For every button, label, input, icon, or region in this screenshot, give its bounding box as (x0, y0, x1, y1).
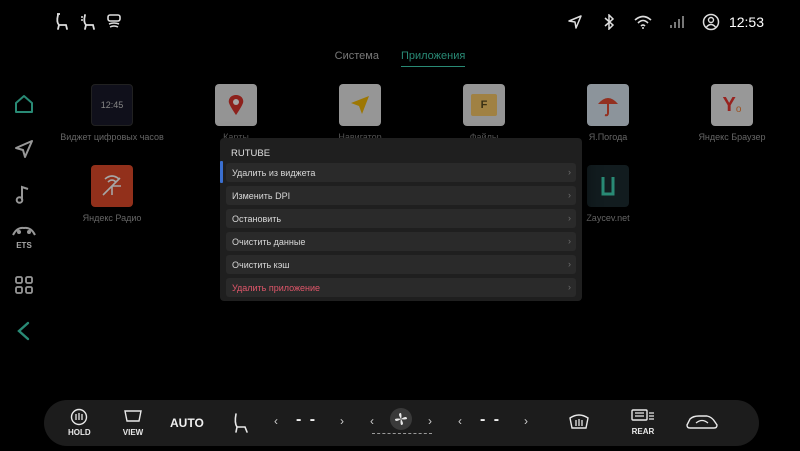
fan-increase[interactable]: › (428, 414, 432, 428)
menu-item-label: Изменить DPI (232, 190, 291, 201)
left-temp-increase[interactable]: › (340, 414, 344, 428)
menu-item-label: Очистить данные (232, 236, 306, 247)
seat-heating-icon[interactable] (52, 12, 72, 32)
left-temp-decrease[interactable]: ‹ (274, 414, 278, 428)
view-button[interactable]: VIEW (122, 408, 144, 437)
left-temp-value: - - (296, 411, 318, 428)
clock: 12:53 (728, 14, 764, 30)
view-label: VIEW (122, 428, 144, 437)
right-temp-increase[interactable]: › (524, 414, 528, 428)
rear-defrost-button[interactable]: REAR (630, 407, 656, 436)
view-icon (124, 410, 142, 422)
hold-button[interactable]: HOLD (68, 408, 91, 437)
fan-speed-scale (372, 433, 432, 436)
menu-item-remove-from-widget[interactable]: Удалить из виджета › (220, 161, 576, 183)
menu-item-clear-data[interactable]: Очистить данные › (226, 232, 576, 251)
chevron-right-icon: › (568, 190, 571, 200)
menu-item-change-dpi[interactable]: Изменить DPI › (226, 186, 576, 205)
hold-label: HOLD (68, 428, 91, 437)
seat-ventilation-icon[interactable] (78, 12, 98, 32)
selection-indicator (220, 161, 223, 183)
menu-item-label: Удалить приложение (232, 282, 321, 293)
menu-item-label: Остановить (232, 213, 282, 224)
right-temp-value: - - (480, 411, 502, 428)
bluetooth-icon (599, 12, 619, 32)
chevron-right-icon: › (568, 259, 571, 269)
climate-control-bar: HOLD VIEW AUTO ‹ - - › ‹ › ‹ - - › REAR (44, 400, 759, 446)
navigation-arrow-icon (565, 12, 585, 32)
front-defrost-icon (569, 414, 589, 429)
menu-item-clear-cache[interactable]: Очистить кэш › (226, 255, 576, 274)
car-recirculation-icon (686, 415, 718, 429)
recirculation-button[interactable] (685, 413, 719, 431)
rear-label: REAR (631, 427, 655, 436)
rear-defrost-icon (631, 409, 654, 421)
steering-wheel-heat-icon[interactable] (104, 12, 124, 32)
fan-decrease[interactable]: ‹ (370, 414, 374, 428)
account-icon[interactable] (701, 12, 721, 32)
seat-icon (234, 413, 248, 433)
menu-item-uninstall-app[interactable]: Удалить приложение › (226, 278, 576, 297)
menu-item-label: Очистить кэш (232, 259, 290, 270)
signal-icon (667, 12, 687, 32)
front-defrost-button[interactable] (568, 412, 590, 432)
status-bar: 12:53 (0, 0, 800, 44)
menu-item-stop[interactable]: Остановить › (226, 209, 576, 228)
hold-icon (71, 408, 88, 426)
context-menu: RUTUBE Удалить из виджета › Изменить DPI… (220, 138, 582, 301)
wifi-icon (633, 12, 653, 32)
chevron-right-icon: › (568, 213, 571, 223)
context-menu-title: RUTUBE (231, 148, 271, 159)
auto-button[interactable]: AUTO (170, 416, 204, 430)
chevron-right-icon: › (568, 167, 571, 177)
chevron-right-icon: › (568, 236, 571, 246)
fan-icon (395, 413, 407, 425)
seat-button[interactable] (230, 412, 250, 434)
chevron-right-icon: › (568, 282, 571, 292)
fan-button[interactable] (390, 408, 412, 430)
right-temp-decrease[interactable]: ‹ (458, 414, 462, 428)
menu-item-label: Удалить из виджета (232, 167, 316, 178)
